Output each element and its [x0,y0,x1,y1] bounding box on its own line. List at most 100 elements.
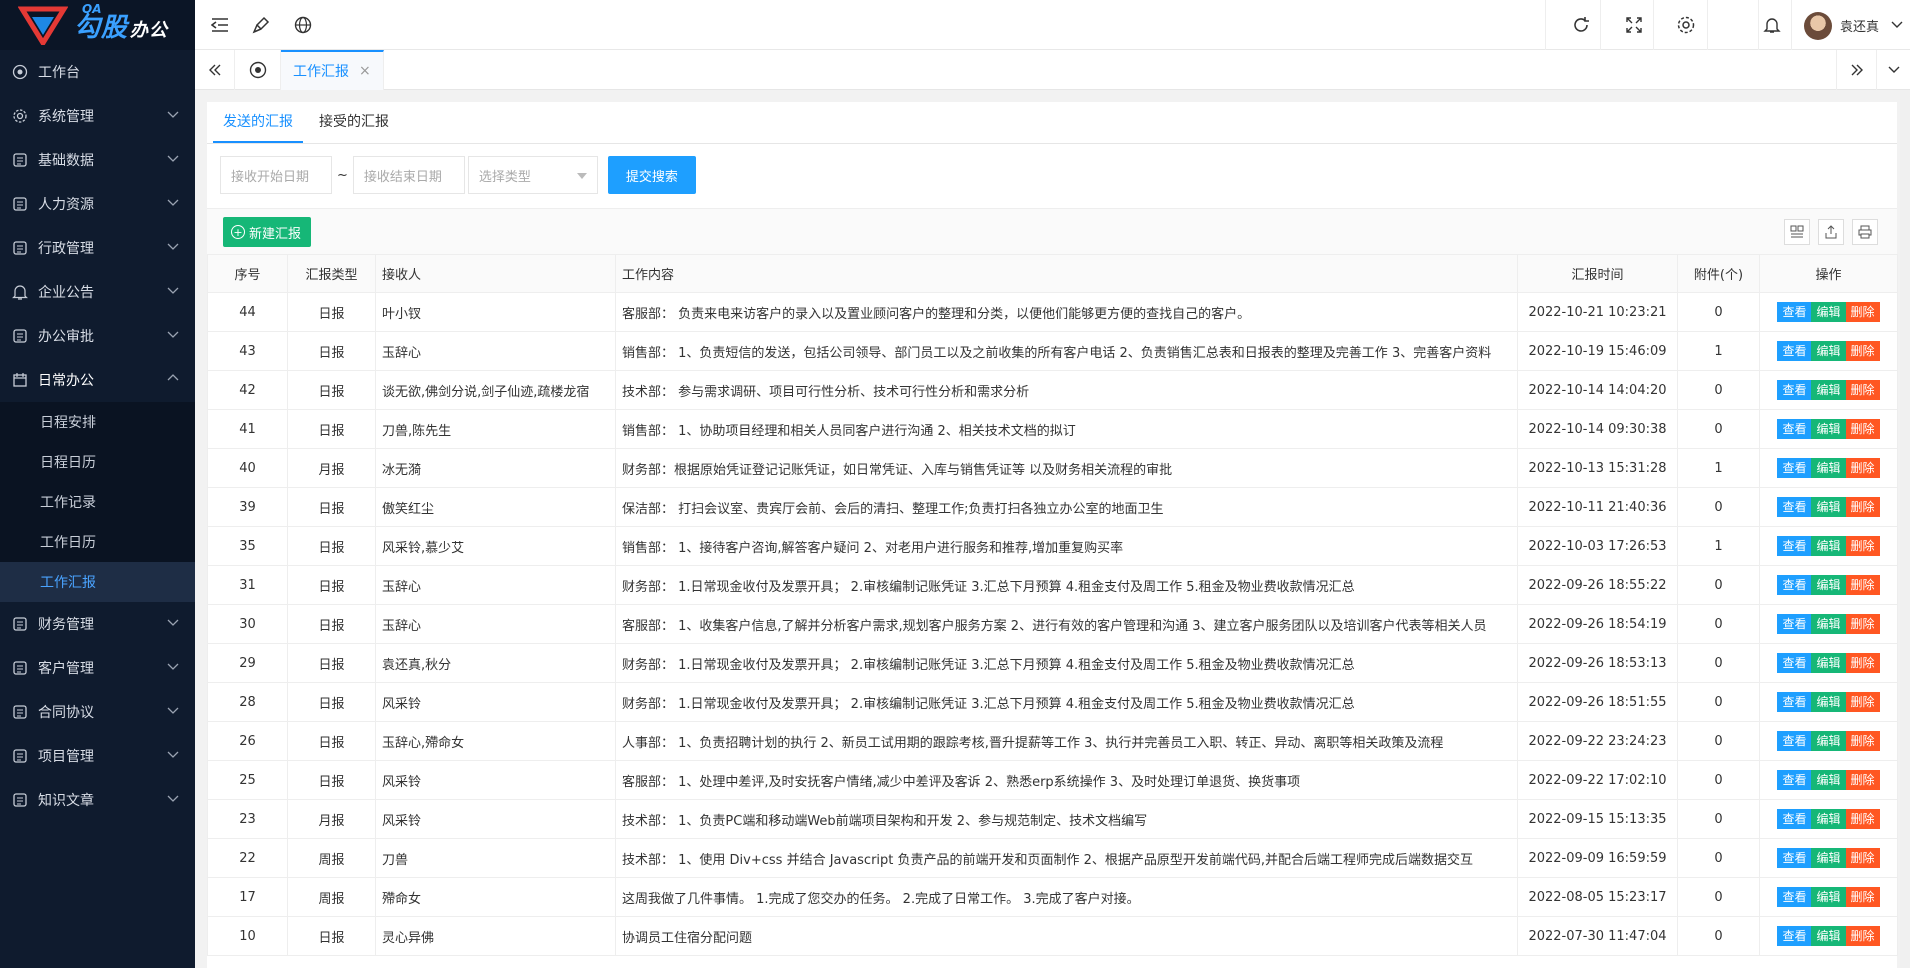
columns-filter-icon[interactable] [1784,219,1810,245]
delete-button[interactable]: 删除 [1845,536,1880,556]
table-row[interactable]: 31 日报 玉辞心 财务部： 1.日常现金收付及发票开具； 2.审核编制记账凭证 3.… [207,565,1898,605]
edit-button[interactable]: 编辑 [1811,926,1846,946]
sidebar-subitem-1[interactable]: 日程日历 [0,442,195,482]
delete-button[interactable]: 删除 [1845,653,1880,673]
view-button[interactable]: 查看 [1777,887,1812,907]
table-row[interactable]: 30 日报 玉辞心 客服部： 1、收集客户信息,了解并分析客户需求,规划客户服务方案 … [207,604,1898,644]
print-icon[interactable] [1852,219,1878,245]
edit-button[interactable]: 编辑 [1811,575,1846,595]
logo[interactable]: QA 勾股 办公 [0,0,195,50]
table-row[interactable]: 26 日报 玉辞心,殢命女 人事部： 1、负责招聘计划的执行 2、新员工试用期的跟踪考… [207,721,1898,761]
edit-button[interactable]: 编辑 [1811,848,1846,868]
delete-button[interactable]: 删除 [1845,848,1880,868]
delete-button[interactable]: 删除 [1845,809,1880,829]
delete-button[interactable]: 删除 [1845,887,1880,907]
sidebar-item-9[interactable]: 客户管理 [0,646,195,690]
tab-menu-chevron-icon[interactable] [1876,50,1910,90]
delete-button[interactable]: 删除 [1845,380,1880,400]
view-button[interactable]: 查看 [1777,692,1812,712]
edit-button[interactable]: 编辑 [1811,302,1846,322]
edit-button[interactable]: 编辑 [1811,770,1846,790]
delete-button[interactable]: 删除 [1845,497,1880,517]
table-row[interactable]: 17 周报 殢命女 这周我做了几件事情。 1.完成了您交办的任务。 2.完成了日常工作… [207,877,1898,917]
tab-received-reports[interactable]: 接受的汇报 [309,102,399,143]
sidebar-item-8[interactable]: 财务管理 [0,602,195,646]
sidebar-subitem-0[interactable]: 日程安排 [0,402,195,442]
table-row[interactable]: 40 月报 冰无漪 财务部：根据原始凭证登记记账凭证，如日常凭证、入库与销售凭证等 以… [207,448,1898,488]
col-header-time[interactable]: 汇报时间 [1517,254,1678,293]
refresh-icon[interactable] [1569,13,1593,37]
view-button[interactable]: 查看 [1777,653,1812,673]
sidebar-item-6[interactable]: 办公审批 [0,314,195,358]
tab-sent-reports[interactable]: 发送的汇报 [213,102,303,143]
menu-fold-icon[interactable] [208,13,232,37]
new-report-button[interactable]: + 新建汇报 [223,217,312,247]
table-row[interactable]: 23 月报 风采铃 技术部： 1、负责PC端和移动端Web前端项目架构和开发 2、参与… [207,799,1898,839]
edit-button[interactable]: 编辑 [1811,458,1846,478]
sidebar-item-11[interactable]: 项目管理 [0,734,195,778]
delete-button[interactable]: 删除 [1845,575,1880,595]
delete-button[interactable]: 删除 [1845,419,1880,439]
view-button[interactable]: 查看 [1777,770,1812,790]
col-header-id[interactable]: 序号 [207,254,288,293]
view-button[interactable]: 查看 [1777,302,1812,322]
edit-button[interactable]: 编辑 [1811,536,1846,556]
delete-button[interactable]: 删除 [1845,458,1880,478]
view-button[interactable]: 查看 [1777,614,1812,634]
delete-button[interactable]: 删除 [1845,731,1880,751]
end-date-input[interactable]: 接收结束日期 [352,156,465,194]
export-icon[interactable] [1818,219,1844,245]
tab-scroll-right-icon[interactable] [1836,50,1876,90]
sidebar-subitem-2[interactable]: 工作记录 [0,482,195,522]
edit-button[interactable]: 编辑 [1811,692,1846,712]
brush-icon[interactable] [249,13,273,37]
sidebar-item-3[interactable]: 人力资源 [0,182,195,226]
sidebar-item-0[interactable]: 工作台 [0,50,195,94]
start-date-input[interactable]: 接收开始日期 [220,156,332,194]
settings-gear-icon[interactable] [1674,13,1698,37]
edit-button[interactable]: 编辑 [1811,380,1846,400]
submit-search-button[interactable]: 提交搜索 [607,156,696,194]
table-row[interactable]: 42 日报 谈无欲,佛剑分说,剑子仙迹,疏楼龙宿 技术部： 参与需求调研、项目可行性分… [207,370,1898,410]
view-button[interactable]: 查看 [1777,497,1812,517]
table-row[interactable]: 25 日报 风采铃 客服部： 1、处理中差评,及时安抚客户情绪,减少中差评及客诉 2、… [207,760,1898,800]
sidebar-item-1[interactable]: 系统管理 [0,94,195,138]
sidebar-item-2[interactable]: 基础数据 [0,138,195,182]
sidebar-subitem-4[interactable]: 工作汇报 [0,562,195,602]
view-button[interactable]: 查看 [1777,341,1812,361]
tab-close-icon[interactable]: × [359,63,371,79]
view-button[interactable]: 查看 [1777,731,1812,751]
fullscreen-icon[interactable] [1622,13,1646,37]
edit-button[interactable]: 编辑 [1811,497,1846,517]
table-row[interactable]: 28 日报 风采铃 财务部： 1.日常现金收付及发票开具； 2.审核编制记账凭证 3.… [207,682,1898,722]
view-button[interactable]: 查看 [1777,926,1812,946]
home-tab-icon[interactable] [235,50,281,90]
delete-button[interactable]: 删除 [1845,341,1880,361]
view-button[interactable]: 查看 [1777,848,1812,868]
globe-icon[interactable] [291,13,315,37]
user-menu-chevron-icon[interactable] [1885,13,1909,37]
col-header-content[interactable]: 工作内容 [615,254,1518,293]
sidebar-item-12[interactable]: 知识文章 [0,778,195,822]
sidebar-item-5[interactable]: 企业公告 [0,270,195,314]
edit-button[interactable]: 编辑 [1811,653,1846,673]
page-scrollbar[interactable] [1900,90,1910,968]
table-row[interactable]: 39 日报 傲笑红尘 保洁部： 打扫会议室、贵宾厅会前、会后的清扫、整理工作;负责打扫… [207,487,1898,527]
delete-button[interactable]: 删除 [1845,302,1880,322]
delete-button[interactable]: 删除 [1845,692,1880,712]
type-select[interactable]: 选择类型 [467,156,598,194]
col-header-receiver[interactable]: 接收人 [375,254,616,293]
edit-button[interactable]: 编辑 [1811,731,1846,751]
table-row[interactable]: 41 日报 刀兽,陈先生 销售部： 1、协助项目经理和相关人员同客户进行沟通 2、相关… [207,409,1898,449]
tab-work-report[interactable]: 工作汇报 × [281,50,384,90]
table-row[interactable]: 43 日报 玉辞心 销售部： 1、负责短信的发送，包括公司领导、部门员工以及之前收集的… [207,331,1898,371]
table-row[interactable]: 10 日报 灵心异佛 协调员工住宿分配问题 2022-07-30 11:47:04 0 查看… [207,916,1898,956]
delete-button[interactable]: 删除 [1845,770,1880,790]
table-row[interactable]: 29 日报 袁还真,秋分 财务部： 1.日常现金收付及发票开具； 2.审核编制记账凭证… [207,643,1898,683]
sidebar-subitem-3[interactable]: 工作日历 [0,522,195,562]
sidebar-item-7[interactable]: 日常办公 [0,358,195,402]
edit-button[interactable]: 编辑 [1811,887,1846,907]
edit-button[interactable]: 编辑 [1811,341,1846,361]
view-button[interactable]: 查看 [1777,419,1812,439]
col-header-attachments[interactable]: 附件(个) [1677,254,1760,293]
